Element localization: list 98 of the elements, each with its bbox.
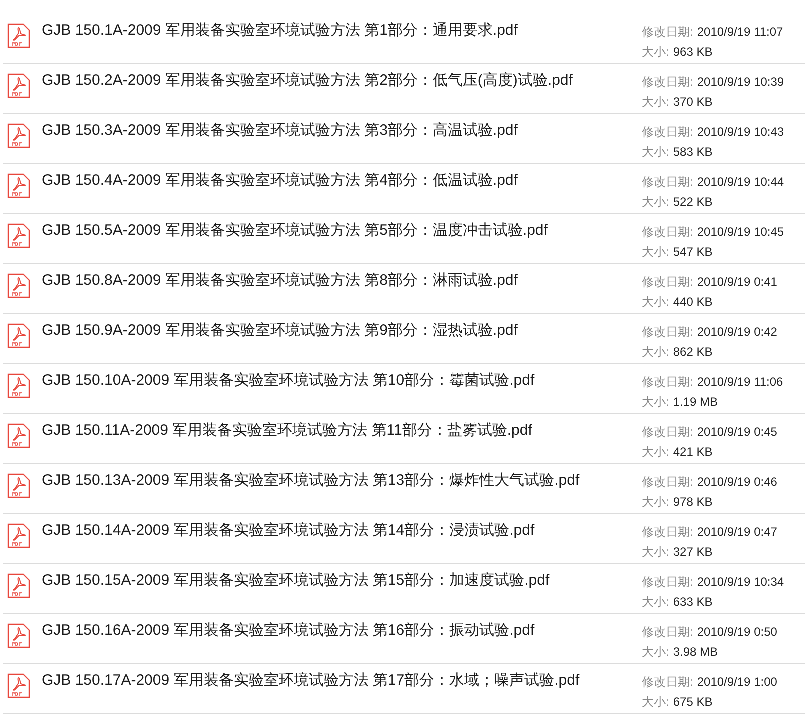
size-label: 大小:	[642, 345, 670, 359]
file-size: 522 KB	[673, 195, 713, 209]
modified-date: 2010/9/19 10:45	[697, 225, 784, 239]
pdf-file-icon	[7, 523, 31, 549]
file-name: GJB 150.17A-2009 军用装备实验室环境试验方法 第17部分：水域；噪声试验.pdf	[41, 671, 581, 690]
date-label: 修改日期:	[642, 75, 694, 89]
pdf-file-icon	[7, 223, 31, 249]
file-row[interactable]: GJB 150.4A-2009 军用装备实验室环境试验方法 第4部分：低温试验.pdf 修改日期: 2010/9/19 10:44 大小: 522 KB	[3, 164, 805, 214]
pdf-file-icon	[7, 573, 31, 599]
modified-date: 2010/9/19 0:46	[697, 475, 778, 489]
size-label: 大小:	[642, 545, 670, 559]
file-row[interactable]: GJB 150.15A-2009 军用装备实验室环境试验方法 第15部分：加速度试验.pdf 修改日期: 2010/9/19 10:34 大小: 633 KB	[3, 564, 805, 614]
date-label: 修改日期:	[642, 25, 694, 39]
date-label: 修改日期:	[642, 225, 694, 239]
file-size: 1.19 MB	[673, 395, 718, 409]
file-row[interactable]: GJB 150.16A-2009 军用装备实验室环境试验方法 第16部分：振动试验.pdf 修改日期: 2010/9/19 0:50 大小: 3.98 MB	[3, 614, 805, 664]
file-name: GJB 150.10A-2009 军用装备实验室环境试验方法 第10部分：霉菌试验.pdf	[41, 371, 536, 390]
file-name: GJB 150.2A-2009 军用装备实验室环境试验方法 第2部分：低气压(高度)试验.pdf	[41, 71, 574, 90]
modified-date: 2010/9/19 0:47	[697, 525, 778, 539]
pdf-file-icon	[7, 273, 31, 299]
file-size: 421 KB	[673, 445, 713, 459]
size-label: 大小:	[642, 445, 670, 459]
file-size: 862 KB	[673, 345, 713, 359]
file-row[interactable]: GJB 150.3A-2009 军用装备实验室环境试验方法 第3部分：高温试验.pdf 修改日期: 2010/9/19 10:43 大小: 583 KB	[3, 114, 805, 164]
file-row[interactable]: GJB 150.5A-2009 军用装备实验室环境试验方法 第5部分：温度冲击试验.pdf 修改日期: 2010/9/19 10:45 大小: 547 KB	[3, 214, 805, 264]
pdf-file-icon	[7, 423, 31, 449]
pdf-file-icon	[7, 323, 31, 349]
size-label: 大小:	[642, 245, 670, 259]
modified-date: 2010/9/19 10:39	[697, 75, 784, 89]
size-label: 大小:	[642, 295, 670, 309]
file-row[interactable]: GJB 150.8A-2009 军用装备实验室环境试验方法 第8部分：淋雨试验.pdf 修改日期: 2010/9/19 0:41 大小: 440 KB	[3, 264, 805, 314]
modified-date: 2010/9/19 0:45	[697, 425, 778, 439]
size-label: 大小:	[642, 195, 670, 209]
pdf-file-icon	[7, 623, 31, 649]
size-label: 大小:	[642, 95, 670, 109]
modified-date: 2010/9/19 11:06	[697, 375, 784, 389]
size-label: 大小:	[642, 595, 670, 609]
modified-date: 2010/9/19 0:42	[697, 325, 778, 339]
file-row[interactable]: GJB 150.1A-2009 军用装备实验室环境试验方法 第1部分：通用要求.pdf 修改日期: 2010/9/19 11:07 大小: 963 KB	[3, 14, 805, 64]
file-name: GJB 150.11A-2009 军用装备实验室环境试验方法 第11部分：盐雾试验.pdf	[41, 421, 534, 440]
size-label: 大小:	[642, 495, 670, 509]
date-label: 修改日期:	[642, 425, 694, 439]
date-label: 修改日期:	[642, 175, 694, 189]
size-label: 大小:	[642, 645, 670, 659]
modified-date: 2010/9/19 0:41	[697, 275, 778, 289]
pdf-file-icon	[7, 173, 31, 199]
file-row[interactable]: GJB 150.17A-2009 军用装备实验室环境试验方法 第17部分：水域；噪声试验.pdf 修改日期: 2010/9/19 1:00 大小: 675 KB	[3, 664, 805, 714]
size-label: 大小:	[642, 45, 670, 59]
file-row[interactable]: GJB 150.14A-2009 军用装备实验室环境试验方法 第14部分：浸渍试验.pdf 修改日期: 2010/9/19 0:47 大小: 327 KB	[3, 514, 805, 564]
file-size: 633 KB	[673, 595, 713, 609]
modified-date: 2010/9/19 10:34	[697, 575, 784, 589]
file-name: GJB 150.4A-2009 军用装备实验室环境试验方法 第4部分：低温试验.pdf	[41, 171, 519, 190]
modified-date: 2010/9/19 11:07	[697, 25, 784, 39]
file-name: GJB 150.16A-2009 军用装备实验室环境试验方法 第16部分：振动试验.pdf	[41, 621, 536, 640]
pdf-file-icon	[7, 373, 31, 399]
file-row[interactable]: GJB 150.2A-2009 军用装备实验室环境试验方法 第2部分：低气压(高度)试验.pdf 修改日期: 2010/9/19 10:39 大小: 370 KB	[3, 64, 805, 114]
file-row[interactable]: GJB 150.11A-2009 军用装备实验室环境试验方法 第11部分：盐雾试验.pdf 修改日期: 2010/9/19 0:45 大小: 421 KB	[3, 414, 805, 464]
file-name: GJB 150.9A-2009 军用装备实验室环境试验方法 第9部分：湿热试验.pdf	[41, 321, 519, 340]
file-name: GJB 150.1A-2009 军用装备实验室环境试验方法 第1部分：通用要求.pdf	[41, 21, 519, 40]
file-name: GJB 150.8A-2009 军用装备实验室环境试验方法 第8部分：淋雨试验.pdf	[41, 271, 519, 290]
modified-date: 2010/9/19 1:00	[697, 675, 778, 689]
modified-date: 2010/9/19 10:43	[697, 125, 784, 139]
size-label: 大小:	[642, 145, 670, 159]
file-row[interactable]: GJB 150.10A-2009 军用装备实验室环境试验方法 第10部分：霉菌试验.pdf 修改日期: 2010/9/19 11:06 大小: 1.19 MB	[3, 364, 805, 414]
file-row[interactable]: GJB 150.13A-2009 军用装备实验室环境试验方法 第13部分：爆炸性大气试验.pdf 修改日期: 2010/9/19 0:46 大小: 978 KB	[3, 464, 805, 514]
file-name: GJB 150.5A-2009 军用装备实验室环境试验方法 第5部分：温度冲击试验.pdf	[41, 221, 549, 240]
file-name: GJB 150.14A-2009 军用装备实验室环境试验方法 第14部分：浸渍试验.pdf	[41, 521, 536, 540]
pdf-file-icon	[7, 23, 31, 49]
pdf-file-icon	[7, 473, 31, 499]
file-size: 978 KB	[673, 495, 713, 509]
file-row[interactable]: GJB 150.9A-2009 军用装备实验室环境试验方法 第9部分：湿热试验.pdf 修改日期: 2010/9/19 0:42 大小: 862 KB	[3, 314, 805, 364]
pdf-file-icon	[7, 73, 31, 99]
date-label: 修改日期:	[642, 575, 694, 589]
modified-date: 2010/9/19 10:44	[697, 175, 784, 189]
size-label: 大小:	[642, 395, 670, 409]
date-label: 修改日期:	[642, 125, 694, 139]
modified-date: 2010/9/19 0:50	[697, 625, 778, 639]
file-size: 963 KB	[673, 45, 713, 59]
file-size: 440 KB	[673, 295, 713, 309]
file-size: 327 KB	[673, 545, 713, 559]
file-size: 3.98 MB	[673, 645, 718, 659]
date-label: 修改日期:	[642, 325, 694, 339]
date-label: 修改日期:	[642, 525, 694, 539]
file-size: 583 KB	[673, 145, 713, 159]
date-label: 修改日期:	[642, 675, 694, 689]
pdf-file-icon	[7, 673, 31, 699]
file-name: GJB 150.3A-2009 军用装备实验室环境试验方法 第3部分：高温试验.pdf	[41, 121, 519, 140]
file-size: 370 KB	[673, 95, 713, 109]
size-label: 大小:	[642, 695, 670, 709]
file-name: GJB 150.13A-2009 军用装备实验室环境试验方法 第13部分：爆炸性大气试验.pdf	[41, 471, 581, 490]
pdf-file-icon	[7, 123, 31, 149]
date-label: 修改日期:	[642, 375, 694, 389]
date-label: 修改日期:	[642, 475, 694, 489]
file-size: 547 KB	[673, 245, 713, 259]
date-label: 修改日期:	[642, 275, 694, 289]
file-size: 675 KB	[673, 695, 713, 709]
file-name: GJB 150.15A-2009 军用装备实验室环境试验方法 第15部分：加速度试验.pdf	[41, 571, 551, 590]
date-label: 修改日期:	[642, 625, 694, 639]
